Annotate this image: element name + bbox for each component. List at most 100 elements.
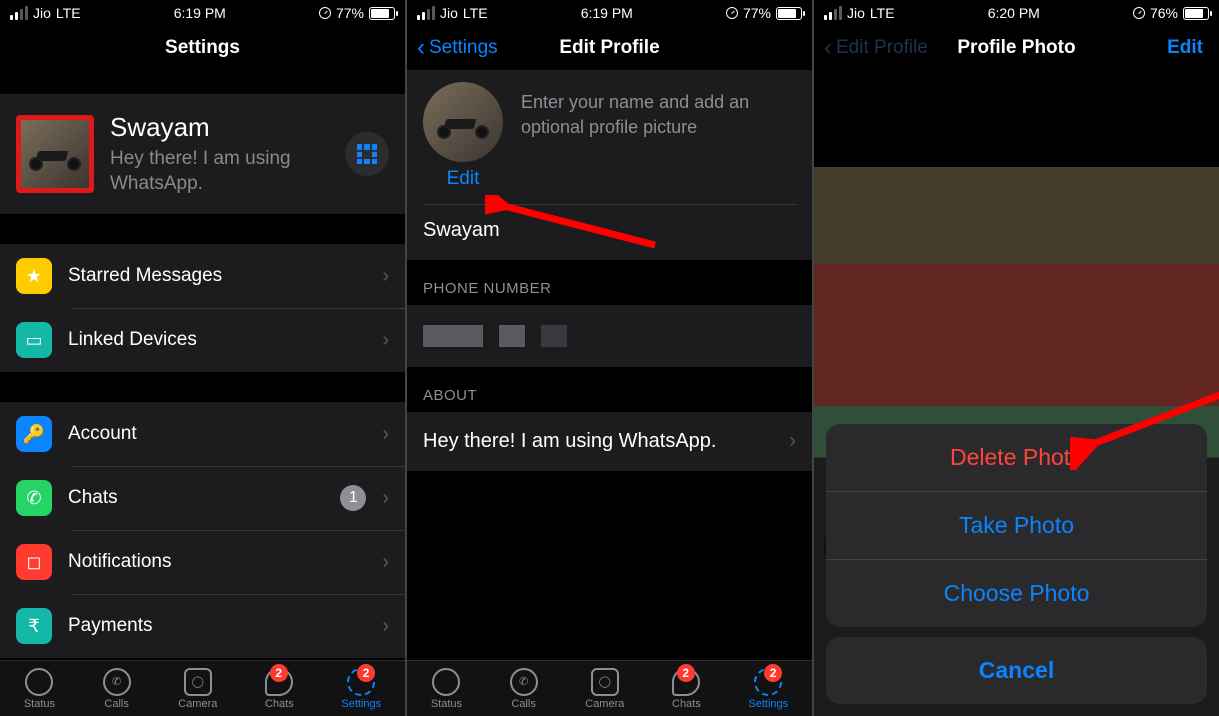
row-starred-messages[interactable]: ★ Starred Messages › — [0, 244, 405, 308]
qr-icon — [357, 144, 377, 164]
camera-icon: ◯ — [184, 668, 212, 696]
battery-pct: 77% — [743, 5, 771, 21]
tab-label: Settings — [748, 698, 788, 710]
row-label: Chats — [68, 487, 324, 509]
tab-label: Calls — [511, 698, 535, 710]
back-label: Edit Profile — [836, 37, 928, 59]
name-field[interactable]: Swayam — [423, 219, 796, 242]
tab-label: Calls — [104, 698, 128, 710]
tab-bar: Status ✆Calls ◯Camera Chats2 Settings2 — [0, 660, 405, 716]
delete-photo-button[interactable]: Delete Photo — [826, 424, 1207, 491]
carrier-label: Jio — [847, 5, 865, 21]
tab-label: Camera — [178, 698, 217, 710]
status-bar: Jio LTE 6:19 PM 77% — [0, 0, 405, 26]
carrier-label: Jio — [440, 5, 458, 21]
phone-row — [407, 305, 812, 367]
tab-calls[interactable]: ✆ Calls — [510, 668, 538, 710]
choose-photo-button[interactable]: Choose Photo — [826, 559, 1207, 627]
avatar[interactable] — [16, 115, 94, 193]
tab-chats[interactable]: Chats2 — [265, 668, 294, 710]
row-notifications[interactable]: ◻ Notifications › — [0, 530, 405, 594]
tab-status[interactable]: Status — [24, 668, 55, 710]
network-label: LTE — [56, 5, 81, 21]
nav-title: Edit Profile — [559, 37, 659, 59]
profile-row[interactable]: Swayam Hey there! I am using WhatsApp. — [0, 94, 405, 214]
profile-photo: Delete Photo Take Photo Choose Photo Can… — [814, 70, 1219, 716]
tab-camera[interactable]: ◯ Camera — [585, 668, 624, 710]
chevron-left-icon: ‹ — [824, 36, 832, 60]
row-payments[interactable]: ₹ Payments › — [0, 594, 405, 658]
star-icon: ★ — [16, 258, 52, 294]
phone-section-header: PHONE NUMBER — [407, 260, 812, 305]
alarm-icon — [1133, 7, 1145, 19]
time-label: 6:20 PM — [988, 5, 1040, 21]
phone-icon: ✆ — [510, 668, 538, 696]
row-label: Starred Messages — [68, 265, 366, 287]
time-label: 6:19 PM — [581, 5, 633, 21]
alarm-icon — [726, 7, 738, 19]
status-icon — [25, 668, 53, 696]
tab-settings[interactable]: Settings2 — [341, 668, 381, 710]
whatsapp-icon: ✆ — [16, 480, 52, 516]
chevron-right-icon: › — [382, 615, 389, 638]
chevron-right-icon: › — [382, 487, 389, 510]
redacted-phone — [423, 325, 483, 347]
profile-photo-screen: Jio LTE 6:20 PM 76% ‹Edit Profile Profil… — [814, 0, 1219, 716]
row-chats[interactable]: ✆ Chats 1 › — [0, 466, 405, 530]
settings-screen: Jio LTE 6:19 PM 77% Settings Swayam Hey … — [0, 0, 405, 716]
status-bar: Jio LTE 6:20 PM 76% — [814, 0, 1219, 26]
take-photo-button[interactable]: Take Photo — [826, 491, 1207, 559]
nav-header: Settings — [0, 26, 405, 70]
back-button[interactable]: ‹Edit Profile — [824, 36, 928, 60]
camera-icon: ◯ — [591, 668, 619, 696]
row-label: Payments — [68, 615, 366, 637]
about-text: Hey there! I am using WhatsApp. — [423, 430, 716, 453]
chevron-right-icon: › — [382, 423, 389, 446]
network-label: LTE — [870, 5, 895, 21]
profile-hint: Enter your name and add an optional prof… — [521, 82, 796, 140]
tab-label: Chats — [265, 698, 294, 710]
edit-button[interactable]: Edit — [1167, 37, 1203, 59]
tab-badge: 2 — [270, 664, 288, 682]
rupee-icon: ₹ — [16, 608, 52, 644]
edit-photo-link[interactable]: Edit — [423, 168, 503, 190]
tab-label: Status — [24, 698, 55, 710]
row-account[interactable]: 🔑 Account › — [0, 402, 405, 466]
row-label: Account — [68, 423, 366, 445]
tab-chats[interactable]: Chats2 — [672, 668, 701, 710]
notification-icon: ◻ — [16, 544, 52, 580]
avatar[interactable] — [423, 82, 503, 162]
chevron-right-icon: › — [789, 430, 796, 453]
cancel-button[interactable]: Cancel — [826, 637, 1207, 704]
tab-calls[interactable]: ✆Calls — [103, 668, 131, 710]
nav-header: ‹Settings Edit Profile — [407, 26, 812, 70]
signal-icon — [10, 6, 28, 20]
back-button[interactable]: ‹Settings — [417, 36, 498, 60]
tab-label: Camera — [585, 698, 624, 710]
network-label: LTE — [463, 5, 488, 21]
laptop-icon: ▭ — [16, 322, 52, 358]
signal-icon — [824, 6, 842, 20]
tab-badge: 2 — [764, 664, 782, 682]
tab-bar: Status ✆Calls ◯Camera Chats2 Settings2 — [407, 660, 812, 716]
tab-label: Settings — [341, 698, 381, 710]
tab-camera[interactable]: ◯ Camera — [178, 668, 217, 710]
signal-icon — [417, 6, 435, 20]
status-bar: Jio LTE 6:19 PM 77% — [407, 0, 812, 26]
tab-settings[interactable]: Settings2 — [748, 668, 788, 710]
chevron-right-icon: › — [382, 329, 389, 352]
profile-name: Swayam — [110, 112, 329, 143]
tab-status[interactable]: Status — [431, 668, 462, 710]
about-section-header: ABOUT — [407, 367, 812, 412]
qr-button[interactable] — [345, 132, 389, 176]
profile-status: Hey there! I am using WhatsApp. — [110, 147, 329, 196]
nav-header: ‹Edit Profile Profile Photo Edit — [814, 26, 1219, 70]
tab-badge: 2 — [677, 664, 695, 682]
row-linked-devices[interactable]: ▭ Linked Devices › — [0, 308, 405, 372]
edit-profile-screen: Jio LTE 6:19 PM 77% ‹Settings Edit Profi… — [407, 0, 812, 716]
battery-pct: 76% — [1150, 5, 1178, 21]
battery-icon — [1183, 7, 1209, 20]
chevron-right-icon: › — [382, 265, 389, 288]
about-row[interactable]: Hey there! I am using WhatsApp. › — [407, 412, 812, 471]
time-label: 6:19 PM — [174, 5, 226, 21]
